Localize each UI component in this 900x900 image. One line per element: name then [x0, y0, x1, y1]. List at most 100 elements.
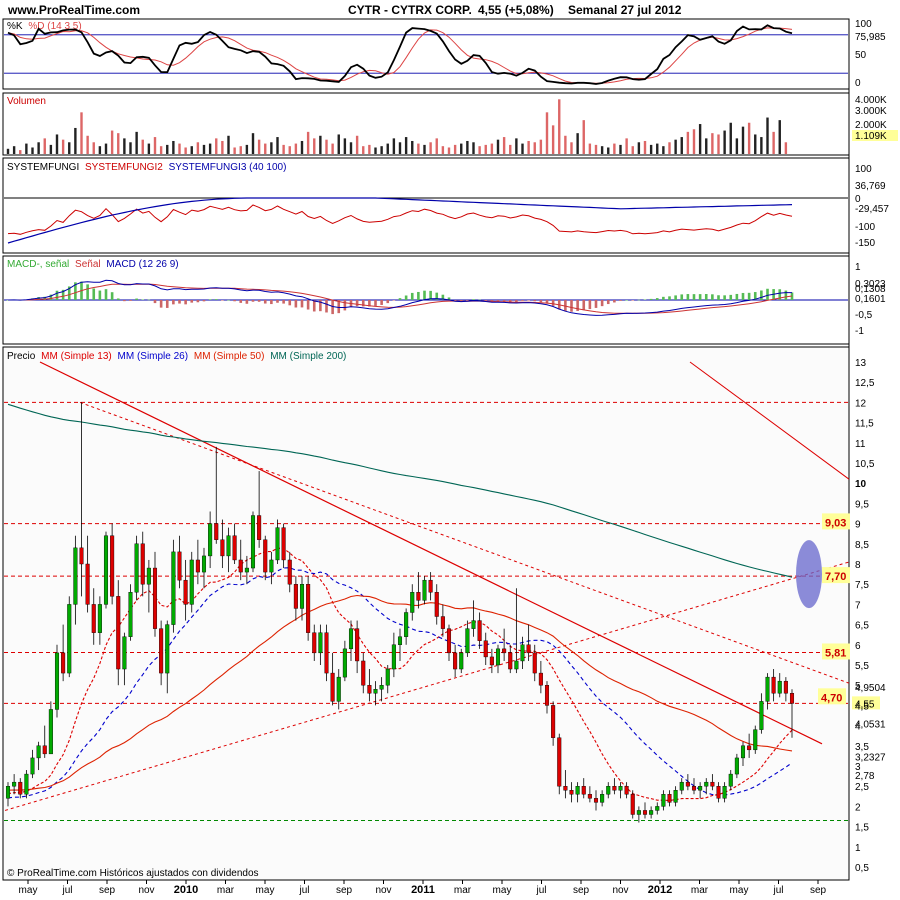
- x-tick-label: sep: [573, 885, 590, 896]
- candle-body: [189, 559, 194, 605]
- stoch-value-label: 75,985: [855, 32, 886, 43]
- volume-bar: [43, 138, 46, 154]
- volume-bar: [233, 147, 236, 154]
- macd-histogram-bar: [294, 300, 298, 308]
- macd-histogram-bar: [141, 299, 145, 301]
- candle-body: [103, 535, 109, 605]
- price-tick: 3: [855, 762, 861, 773]
- volume-bar: [202, 144, 206, 154]
- volume-bar: [319, 135, 322, 154]
- candle-body: [440, 616, 445, 629]
- volume-bar: [478, 146, 481, 154]
- volume-tick: 2.000K: [855, 120, 887, 131]
- candle-body: [459, 652, 464, 670]
- price-change: 4,55 (+5,08%): [478, 3, 554, 17]
- volume-bar: [680, 137, 683, 154]
- volume-bar: [19, 150, 22, 154]
- macd-histogram-bar: [521, 300, 524, 301]
- volume-bar: [668, 142, 671, 154]
- volume-bar: [6, 148, 10, 154]
- candle-body: [606, 786, 611, 795]
- volume-bar: [55, 134, 59, 154]
- chart-root: www.ProRealTime.com CYTR - CYTRX CORP. 4…: [0, 0, 900, 900]
- volume-bar: [135, 131, 138, 154]
- volume-bar: [582, 120, 585, 154]
- candle-body: [710, 781, 715, 787]
- volume-bar: [355, 135, 359, 154]
- price-tick: 6,5: [855, 621, 869, 632]
- macd-histogram-bar: [239, 300, 243, 303]
- macd-histogram-bar: [625, 299, 628, 301]
- volume-bar: [251, 133, 255, 154]
- candle-body: [508, 652, 513, 670]
- macd-axis: 1 0,3023 0,1308 0,1601 -0,5 -1: [855, 262, 886, 337]
- candle-body: [324, 632, 329, 674]
- volume-bar: [705, 138, 708, 154]
- price-tick: 13: [855, 358, 867, 369]
- candle-body: [471, 620, 476, 629]
- volume-bar: [441, 146, 445, 154]
- candle-body: [502, 648, 507, 654]
- volume-bar: [723, 130, 726, 154]
- volume-bar: [257, 139, 261, 154]
- macd-histogram-bar: [86, 284, 89, 300]
- macd-histogram-bar: [355, 300, 359, 307]
- macd-histogram-bar: [662, 296, 665, 300]
- macd-histogram-bar: [570, 300, 573, 312]
- volume-bar: [49, 144, 53, 154]
- macd-histogram-bar: [135, 298, 138, 300]
- candle-body: [122, 636, 127, 670]
- volume-bar: [264, 143, 267, 154]
- volume-bar: [306, 131, 310, 154]
- candle-body: [220, 539, 225, 557]
- volume-bar: [159, 146, 163, 154]
- volume-bar: [435, 138, 438, 154]
- candle-body: [140, 543, 145, 585]
- macd-histogram-bar: [606, 300, 610, 305]
- candle-body: [67, 604, 72, 674]
- macd-title: MACD-, señal Señal MACD (12 26 9): [7, 259, 179, 270]
- site-name[interactable]: www.ProRealTime.com: [7, 3, 140, 17]
- candle-body: [532, 652, 537, 674]
- price-tick: 12,5: [855, 378, 875, 389]
- macd-histogram-bar: [288, 300, 292, 306]
- macd-histogram-bar: [398, 298, 402, 300]
- price-tick: 12: [855, 398, 867, 409]
- level-label: 9,03: [825, 517, 846, 529]
- volume-bar: [588, 143, 592, 154]
- volume-bar: [392, 138, 396, 154]
- volume-bar: [386, 143, 389, 154]
- candle-body: [642, 810, 648, 815]
- macd-histogram-bar: [116, 298, 120, 300]
- candle-body: [30, 757, 35, 775]
- candle-body: [5, 786, 11, 799]
- candle-body: [753, 729, 758, 751]
- volume-bar: [564, 135, 567, 154]
- volume-bar: [619, 144, 622, 154]
- candle-body: [544, 685, 550, 706]
- macd-histogram-bar: [129, 300, 132, 301]
- macd-histogram-bar: [735, 293, 739, 300]
- x-tick-label: jul: [298, 885, 309, 896]
- volume-bar: [129, 142, 132, 154]
- fungi-tick: -100: [855, 222, 875, 233]
- candle-body: [165, 624, 170, 674]
- volume-bar: [141, 139, 144, 154]
- candle-body: [477, 620, 482, 641]
- candle-body: [630, 794, 635, 815]
- macd-histogram-bar: [692, 294, 696, 300]
- volume-bar: [190, 146, 193, 154]
- candle-body: [110, 535, 115, 597]
- candle-body: [275, 527, 280, 561]
- volume-bar: [662, 146, 665, 154]
- candle-body: [587, 794, 592, 799]
- fungi-axis: 100 0 -100 -150 36,769 -29,457 0: [855, 164, 889, 249]
- stoch-axis: 100 50 0 75,985: [855, 19, 886, 89]
- volume-bar: [239, 146, 242, 154]
- volume-bar: [294, 143, 298, 154]
- volume-bar: [729, 122, 732, 154]
- volume-bar: [325, 139, 328, 154]
- macd-histogram-bar: [643, 299, 647, 301]
- candle-body: [673, 790, 678, 803]
- price-tick: 4: [855, 722, 861, 733]
